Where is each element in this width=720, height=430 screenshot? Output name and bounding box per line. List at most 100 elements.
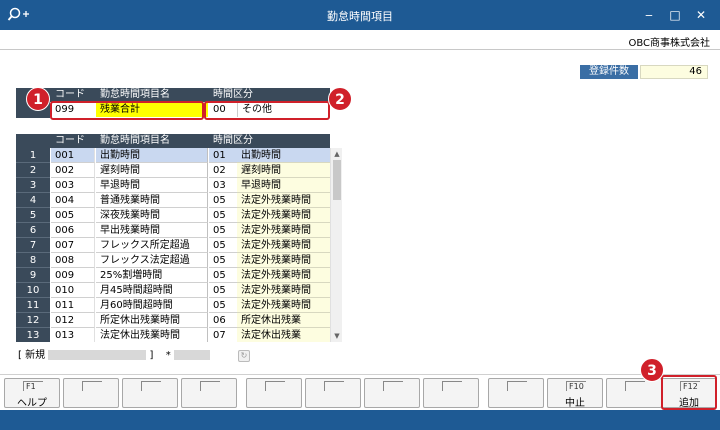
record-count-value: 46 [640, 65, 708, 79]
kubun-name: 法定外残業時間 [237, 283, 330, 298]
kubun-code: 05 [209, 193, 237, 208]
callout-box-1 [50, 101, 204, 120]
redacted-text [173, 350, 210, 360]
kubun-code: 05 [209, 298, 237, 313]
kubun-name: 法定外残業時間 [237, 193, 330, 208]
fkey-empty-button[interactable] [606, 378, 662, 408]
item-code: 007 [51, 238, 95, 253]
record-count-label: 登録件数 [580, 65, 638, 79]
fkey-f10-button[interactable]: F10 中止 [547, 378, 603, 409]
scroll-thumb[interactable] [333, 160, 341, 200]
kubun-name: 法定外残業時間 [237, 208, 330, 223]
kubun-name: 遅刻時間 [237, 163, 330, 178]
table-row[interactable]: 1 001 出勤時間 01 出勤時間 [16, 148, 330, 163]
fkey-empty-button[interactable] [122, 378, 178, 408]
item-name: 早退時間 [96, 178, 208, 193]
table-row[interactable]: 12 012 所定休出残業時間 06 所定休出残業 [16, 313, 330, 328]
fkey-f1-button[interactable]: F1 ヘルプ [4, 378, 60, 409]
kubun-name: 法定外残業時間 [237, 268, 330, 283]
fkey-empty-button[interactable] [63, 378, 119, 408]
item-name: 早出残業時間 [96, 223, 208, 238]
item-name: フレックス法定超過 [96, 253, 208, 268]
item-code: 003 [51, 178, 95, 193]
table-row[interactable]: 5 005 深夜残業時間 05 法定外残業時間 [16, 208, 330, 223]
kubun-code: 05 [209, 223, 237, 238]
fkey-code: F10 [566, 381, 586, 391]
maximize-button[interactable]: □ [664, 5, 686, 25]
kubun-code: 05 [209, 238, 237, 253]
fkey-empty-button[interactable] [305, 378, 361, 408]
fkey-empty-button[interactable] [246, 378, 302, 408]
fkey-code: F1 [23, 381, 43, 391]
fkey-code [625, 381, 645, 391]
item-name: フレックス所定超過 [96, 238, 208, 253]
table-row[interactable]: 10 010 月45時間超時間 05 法定外残業時間 [16, 283, 330, 298]
item-name: 普通残業時間 [96, 193, 208, 208]
callout-box-3 [661, 375, 717, 410]
kubun-name: 法定外残業時間 [237, 223, 330, 238]
header-kubun: 時間区分 [213, 89, 253, 100]
callout-3: 3 [640, 358, 664, 382]
function-key-bar: F1 ヘルプ F10 中止 F12 追加 [0, 374, 720, 410]
fkey-code [507, 381, 527, 391]
table-row[interactable]: 13 013 法定休出残業時間 07 法定休出残業 [16, 328, 330, 342]
divider [0, 49, 720, 50]
close-button[interactable]: ✕ [690, 5, 712, 25]
header-name: 勤怠時間項目名 [100, 89, 170, 100]
grid-scrollbar[interactable]: ▲ ▼ [330, 148, 342, 342]
minimize-button[interactable]: ‒ [638, 5, 660, 25]
kubun-name: 法定休出残業 [237, 328, 330, 342]
grid-header-kubun: 時間区分 [213, 135, 253, 146]
fkey-empty-button[interactable] [423, 378, 479, 408]
grid-header-name: 勤怠時間項目名 [100, 135, 170, 146]
item-name: 月60時間超時間 [96, 298, 208, 313]
table-row[interactable]: 2 002 遅刻時間 02 遅刻時間 [16, 163, 330, 178]
scroll-down-icon[interactable]: ▼ [331, 330, 343, 342]
table-row[interactable]: 11 011 月60時間超時間 05 法定外残業時間 [16, 298, 330, 313]
kubun-code: 05 [209, 253, 237, 268]
refresh-icon[interactable]: ↻ [238, 350, 250, 362]
callout-2: 2 [328, 87, 352, 111]
row-number: 13 [16, 328, 50, 342]
row-number: 4 [16, 193, 50, 208]
item-code: 013 [51, 328, 95, 342]
item-name: 深夜残業時間 [96, 208, 208, 223]
item-code: 010 [51, 283, 95, 298]
fkey-empty-button[interactable] [181, 378, 237, 408]
kubun-name: 法定外残業時間 [237, 238, 330, 253]
scroll-up-icon[interactable]: ▲ [331, 148, 343, 160]
kubun-name: 所定休出残業 [237, 313, 330, 328]
fkey-empty-button[interactable] [488, 378, 544, 408]
item-name: 遅刻時間 [96, 163, 208, 178]
fkey-code [265, 381, 285, 391]
kubun-code: 05 [209, 268, 237, 283]
kubun-name: 早退時間 [237, 178, 330, 193]
fkey-label: ヘルプ [17, 398, 47, 409]
kubun-code: 02 [209, 163, 237, 178]
status-suffix: ] [149, 350, 154, 361]
row-number: 12 [16, 313, 50, 328]
kubun-name: 法定外残業時間 [237, 298, 330, 313]
kubun-code: 07 [209, 328, 237, 342]
fkey-code [442, 381, 462, 391]
fkey-label: 中止 [565, 398, 585, 409]
table-row[interactable]: 4 004 普通残業時間 05 法定外残業時間 [16, 193, 330, 208]
fkey-empty-button[interactable] [364, 378, 420, 408]
fkey-code [383, 381, 403, 391]
item-name: 所定休出残業時間 [96, 313, 208, 328]
table-row[interactable]: 3 003 早退時間 03 早退時間 [16, 178, 330, 193]
grid-header: コード 勤怠時間項目名 時間区分 [16, 134, 330, 148]
table-row[interactable]: 8 008 フレックス法定超過 05 法定外残業時間 [16, 253, 330, 268]
status-line: [ 新規 ] * [18, 350, 210, 362]
item-code: 009 [51, 268, 95, 283]
table-row[interactable]: 9 009 25%割増時間 05 法定外残業時間 [16, 268, 330, 283]
fkey-code [324, 381, 344, 391]
row-number: 2 [16, 163, 50, 178]
item-name: 25%割増時間 [96, 268, 208, 283]
row-number: 3 [16, 178, 50, 193]
table-row[interactable]: 6 006 早出残業時間 05 法定外残業時間 [16, 223, 330, 238]
row-number: 6 [16, 223, 50, 238]
table-row[interactable]: 7 007 フレックス所定超過 05 法定外残業時間 [16, 238, 330, 253]
item-code: 008 [51, 253, 95, 268]
items-grid: コード 勤怠時間項目名 時間区分 1 001 出勤時間 01 出勤時間 2 002 遅刻時間 0… [16, 134, 330, 342]
